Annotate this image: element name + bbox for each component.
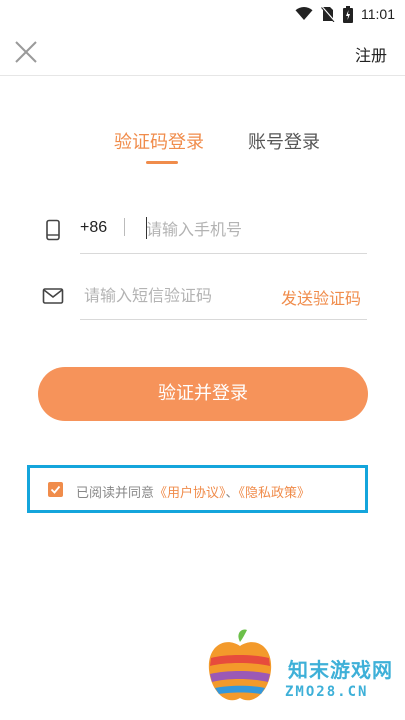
agreement-separator: 、 [225,486,239,501]
country-code[interactable]: +86 [80,219,107,237]
user-agreement-link[interactable]: 《用户协议》 [154,486,226,501]
mail-icon [42,288,64,304]
tab-sms-login[interactable]: 验证码登录 [114,128,204,154]
text-cursor [146,217,147,239]
status-bar: 11:01 [0,0,405,28]
sms-code-field: 发送验证码 [80,276,367,320]
privacy-policy-link[interactable]: 《隐私政策》 [239,486,311,501]
phone-input[interactable] [146,212,356,246]
verify-login-button[interactable]: 验证并登录 [38,367,368,421]
watermark-url: ZMO28.CN [285,684,369,700]
agreement-text: 已阅读并同意《用户协议》、《隐私政策》 [76,482,310,501]
status-icons: 11:01 [295,4,395,24]
field-divider [124,218,125,236]
battery-icon [343,5,353,23]
no-sim-icon [321,6,335,22]
register-link[interactable]: 注册 [355,42,387,66]
agreement-box: 已阅读并同意《用户协议》、《隐私政策》 [27,465,368,513]
phone-icon [46,219,60,241]
checkmark-icon [50,485,61,494]
top-bar: 注册 [0,28,405,76]
send-code-button[interactable]: 发送验证码 [281,285,361,309]
agreement-checkbox[interactable] [48,482,63,497]
watermark-title: 知末游戏网 [288,658,393,682]
status-time: 11:01 [361,6,395,22]
sms-code-input[interactable] [84,278,264,312]
watermark-logo-icon [208,629,272,701]
login-tabs: 验证码登录 账号登录 [0,128,405,168]
tab-account-login[interactable]: 账号登录 [248,128,320,154]
agreement-prefix: 已阅读并同意 [76,486,155,501]
close-icon[interactable] [12,38,40,66]
wifi-icon [295,7,313,20]
active-tab-indicator [146,161,178,164]
phone-field: +86 [80,210,367,254]
